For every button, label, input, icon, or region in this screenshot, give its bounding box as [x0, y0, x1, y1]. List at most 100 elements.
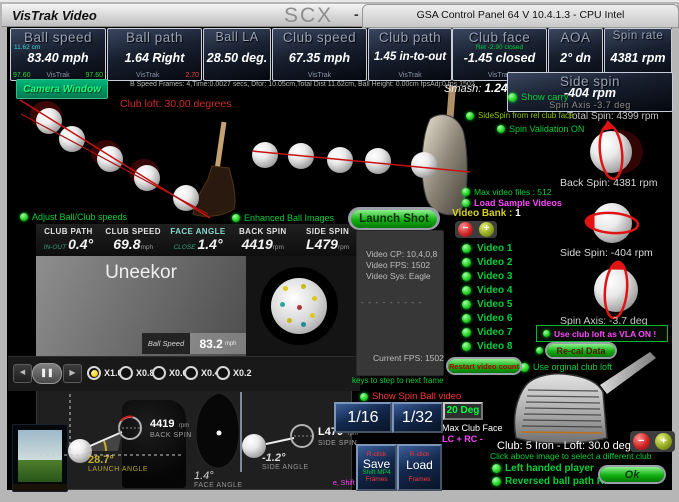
- vistrak-label: VisTrak: [46, 72, 69, 79]
- speed-radio-x06[interactable]: X0.6: [152, 366, 188, 380]
- smash-value: 1.24: [484, 81, 507, 95]
- spin-validation-label[interactable]: Spin Validation ON: [509, 124, 584, 134]
- vistrak-value: 97.60: [85, 72, 103, 79]
- step-back-button[interactable]: ◀: [13, 364, 32, 383]
- speed-radio-x08[interactable]: X0.8: [119, 366, 155, 380]
- max-club-face-label: Max Club Face: [442, 423, 503, 433]
- restart-video-count-button[interactable]: Restart video count: [448, 359, 520, 373]
- show-carry-led[interactable]: [508, 93, 517, 102]
- speed-radio-x02[interactable]: X0.2: [216, 366, 252, 380]
- trajectory-ball: [411, 152, 437, 178]
- step-hint: keys to step to next frame: [352, 376, 444, 385]
- ratio-1-16-button[interactable]: 1/16: [334, 402, 392, 433]
- stat-label: Club speed: [273, 30, 366, 45]
- smash-factor: Smash: 1.24: [444, 81, 508, 95]
- back-spin-ball: [590, 131, 632, 173]
- header-prefix: IN-OUT: [44, 244, 66, 251]
- header-label: BACK SPIN: [230, 227, 295, 236]
- step-forward-button[interactable]: ▶: [63, 364, 82, 383]
- total-spin-text: Total Spin: 4399 rpm: [567, 111, 659, 122]
- trajectory-ball: [97, 146, 123, 172]
- spin-axis-ball: [594, 268, 638, 312]
- video-bank-value: 1: [515, 208, 521, 219]
- video-item[interactable]: Video 5: [477, 299, 512, 310]
- loft-plus-button[interactable]: +: [655, 433, 672, 450]
- uneekor-header: CLUB PATH IN-OUT0.4° CLUB SPEED 69.8mph …: [36, 224, 360, 257]
- video-item[interactable]: Video 1: [477, 243, 512, 254]
- video-item[interactable]: Video 6: [477, 313, 512, 324]
- adjust-speeds-led[interactable]: [20, 213, 28, 221]
- left-handed-led[interactable]: [492, 464, 501, 473]
- video-bank-plus-button[interactable]: +: [479, 222, 494, 237]
- video-bank-minus-button[interactable]: −: [458, 222, 473, 237]
- spin-validation-led[interactable]: [497, 125, 505, 133]
- dashes-row: - - - - - - - - -: [361, 297, 422, 307]
- deg-20-button[interactable]: 20 Deg: [443, 402, 483, 420]
- max-video-files-label: Max video files : 512: [474, 187, 551, 197]
- load-sample-videos-label[interactable]: Load Sample Videos: [474, 198, 562, 208]
- simulator-photo[interactable]: [12, 424, 68, 492]
- enhanced-images-label[interactable]: Enhanced Ball Images: [244, 213, 334, 223]
- video-item[interactable]: Video 4: [477, 285, 512, 296]
- stat-label: AOA: [549, 30, 602, 45]
- ratio-1-32-button[interactable]: 1/32: [392, 402, 443, 433]
- club-click-hint: Click above image to select a different …: [490, 451, 651, 461]
- camera-window-label: Camera Window: [23, 84, 101, 95]
- launch-shot-button[interactable]: Launch Shot: [351, 210, 437, 228]
- enhanced-images-led[interactable]: [232, 214, 240, 222]
- trajectory-ball: [252, 142, 278, 168]
- header-unit: rpm: [273, 244, 284, 251]
- smash-label: Smash:: [444, 83, 481, 95]
- video-bank-stepper: − +: [455, 221, 497, 238]
- stat-value: 1.64 Right: [108, 51, 201, 65]
- video-led: [462, 286, 471, 295]
- original-loft-label[interactable]: Use orginal club loft: [533, 362, 612, 372]
- show-spin-video-led[interactable]: [360, 393, 368, 401]
- minimize-button[interactable]: -: [354, 6, 359, 22]
- header-label: SIDE SPIN: [295, 227, 360, 236]
- show-carry-label[interactable]: Show carry: [521, 92, 569, 103]
- speed-frames-info: B Speed Frames: 4,Time:0.0027 secs, Dfor…: [130, 81, 475, 88]
- diagram-side-angle: -1.2° SIDE ANGLE: [262, 452, 309, 471]
- sidespin-rel-led[interactable]: [466, 112, 474, 120]
- stat-club-speed: Club speed 67.35 mph VisTrak: [272, 28, 367, 81]
- original-loft-led[interactable]: [520, 363, 529, 372]
- camera-window-button[interactable]: Camera Window: [16, 79, 108, 99]
- loft-minus-button[interactable]: −: [633, 433, 650, 450]
- video-item[interactable]: Video 2: [477, 257, 512, 268]
- recal-data-button[interactable]: Re-cal Data: [547, 344, 615, 357]
- header-value: 0.4°: [68, 236, 93, 252]
- lc-rc-label: LC + RC -: [442, 434, 483, 444]
- speed-radio-x04[interactable]: X0.4: [184, 366, 220, 380]
- use-club-loft-vla-toggle[interactable]: Use club loft as VLA ON !: [536, 325, 668, 342]
- video-led: [462, 258, 471, 267]
- left-handed-label[interactable]: Left handed player: [505, 463, 594, 474]
- pause-button[interactable]: ❚❚: [32, 363, 62, 384]
- max-video-led: [462, 188, 470, 196]
- reversed-path-led[interactable]: [492, 477, 501, 486]
- show-spin-video-label[interactable]: Show Spin Ball video: [372, 391, 461, 402]
- stat-value: 1.45 in-to-out: [369, 51, 451, 63]
- video-item[interactable]: Video 3: [477, 271, 512, 282]
- sidespin-rel-label[interactable]: SideSpin from rel club face: [478, 111, 574, 120]
- vistrak-label: VisTrak: [398, 72, 421, 79]
- stat-value: 67.35 mph: [273, 51, 366, 65]
- stat-value: -1.45 closed: [453, 51, 546, 65]
- vla-led: [543, 330, 550, 337]
- stat-label: Ball LA: [204, 30, 270, 44]
- load-frames-button[interactable]: R-click Load Frames: [397, 444, 442, 491]
- vistrak-value: 97.60: [13, 72, 31, 79]
- ok-button[interactable]: Ok: [600, 467, 664, 482]
- save-frames-button[interactable]: R-click Save Shift MP4 Frames: [356, 444, 397, 491]
- current-fps: Current FPS: 1502: [373, 353, 444, 363]
- adjust-speeds-label[interactable]: Adjust Ball/Club speeds: [32, 212, 127, 222]
- header-value: 4419: [242, 236, 273, 252]
- ball-closeup-view: [246, 256, 360, 356]
- speed-radio-x10[interactable]: X1.0: [87, 366, 123, 380]
- reversed-path-label[interactable]: Reversed ball path RH: [505, 476, 611, 487]
- load-sample-led[interactable]: [462, 199, 470, 207]
- video-item[interactable]: Video 8: [477, 341, 512, 352]
- header-unit: rpm: [338, 244, 349, 251]
- vistrak-label: VisTrak: [136, 72, 159, 79]
- video-item[interactable]: Video 7: [477, 327, 512, 338]
